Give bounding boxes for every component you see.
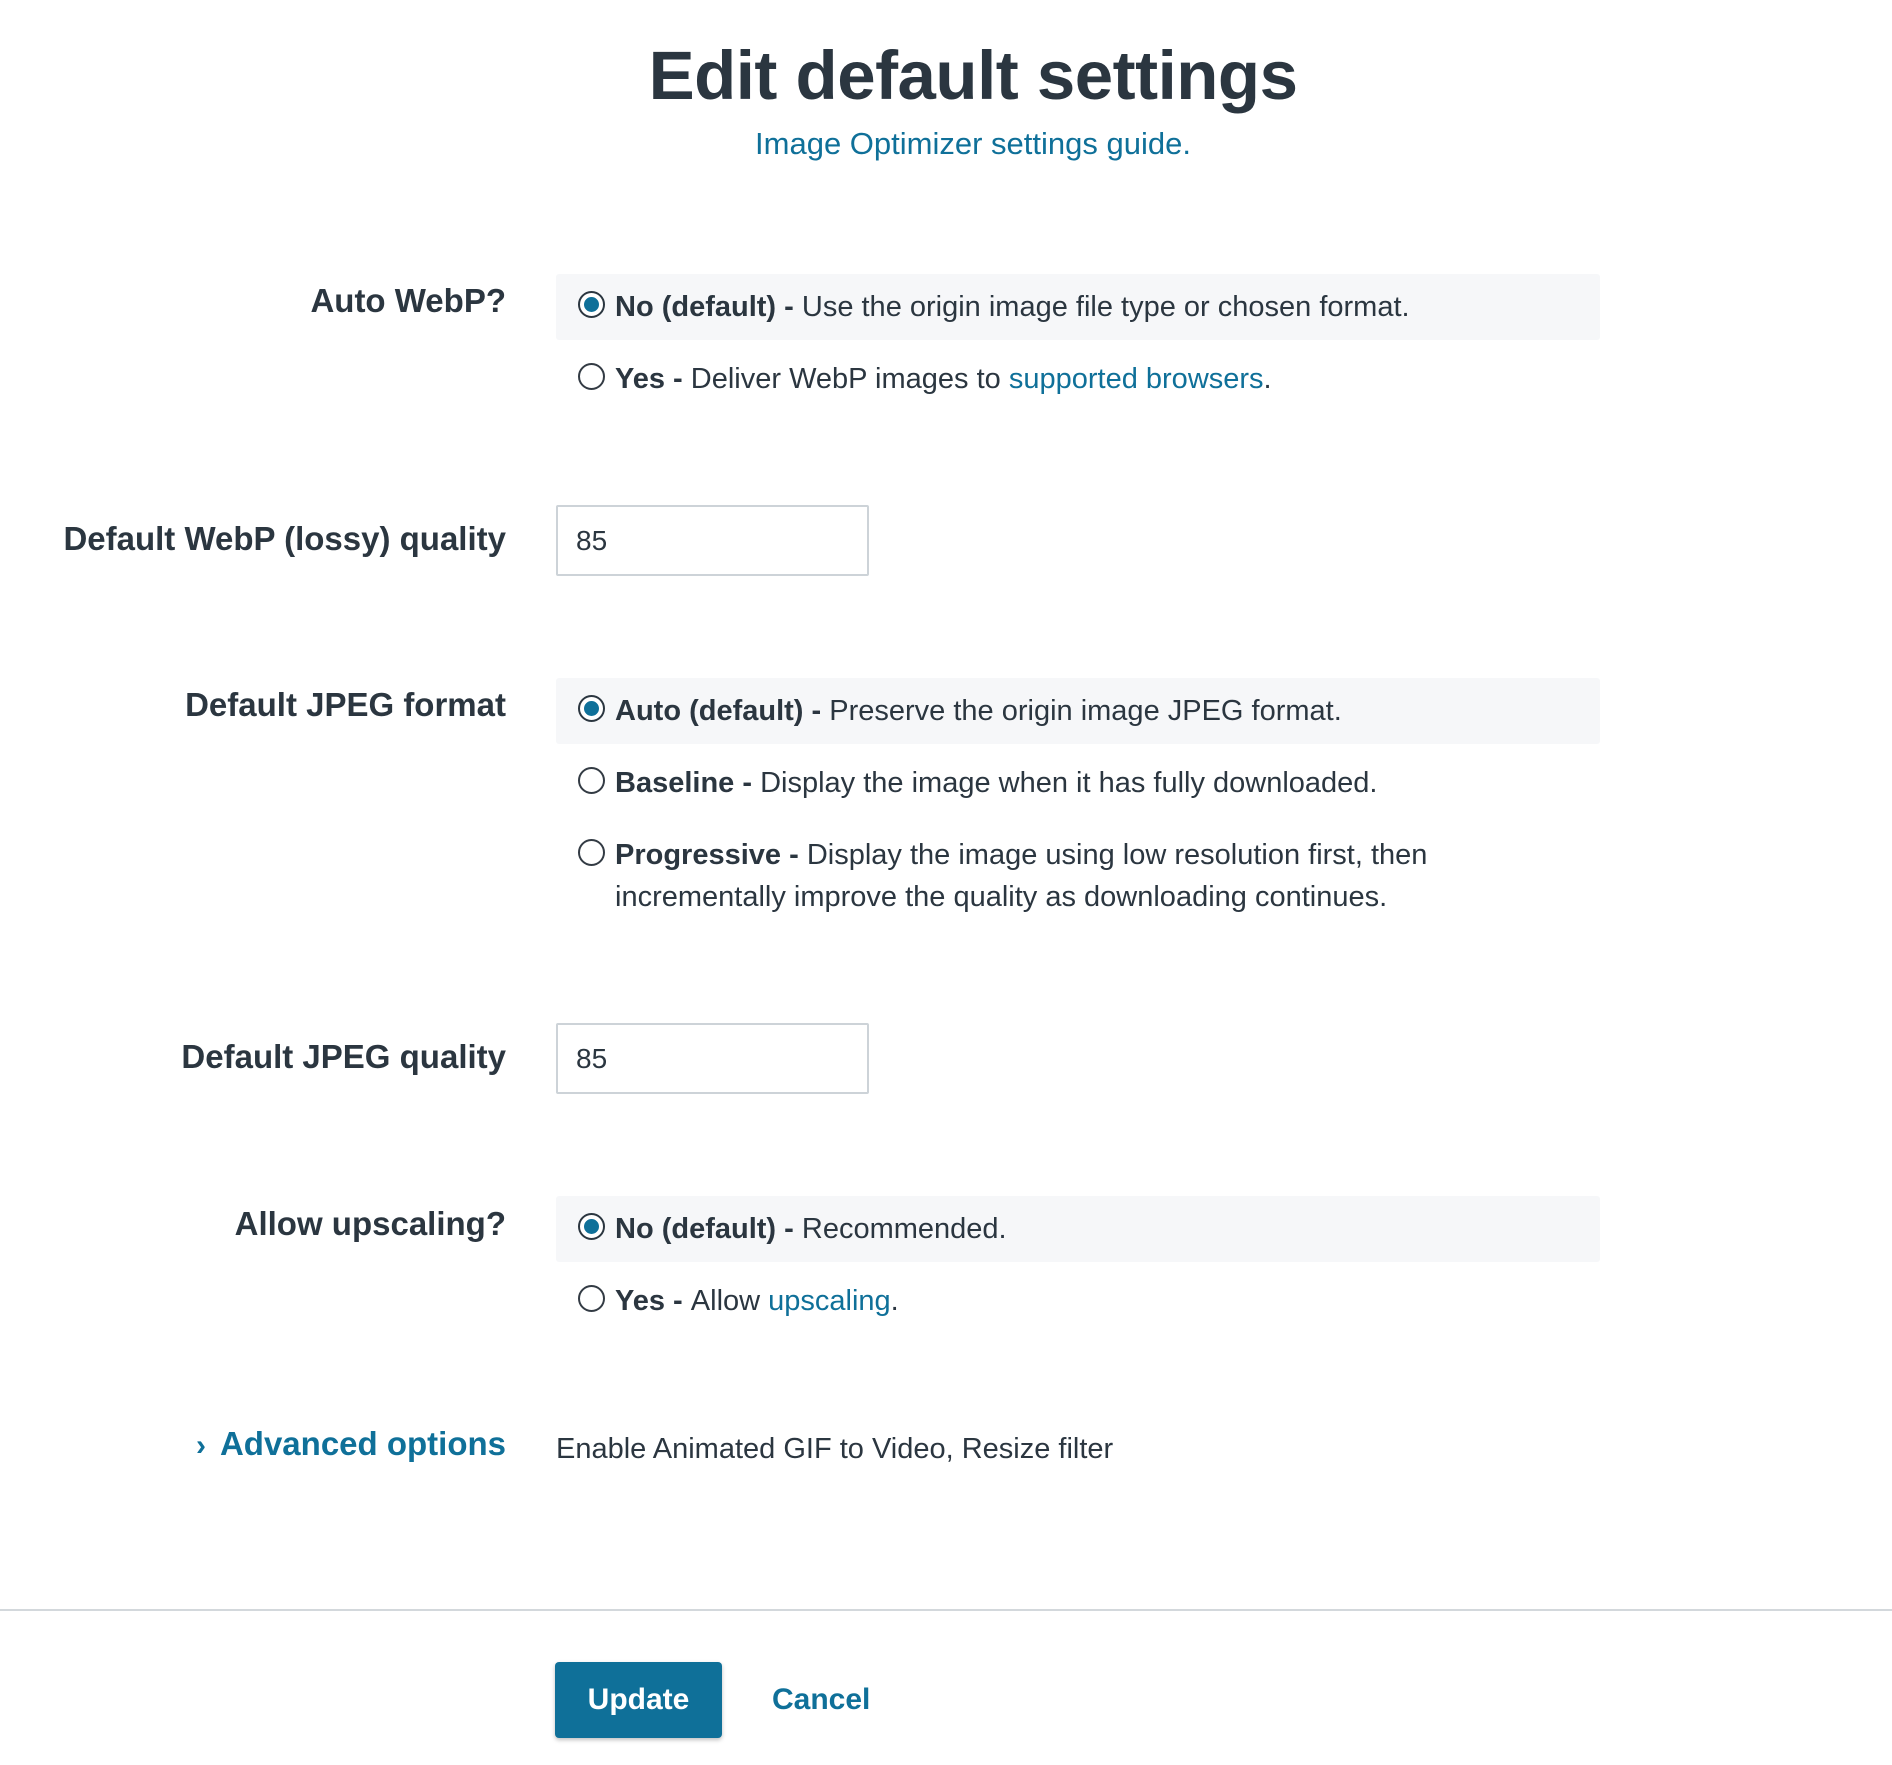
option-title: No (default) <box>615 291 777 323</box>
option-separator: - <box>776 1213 802 1245</box>
jpeg-format-label: Default JPEG format <box>185 686 506 723</box>
option-suffix: . <box>890 1285 899 1317</box>
footer-divider <box>0 1609 1892 1611</box>
option-description: Allow <box>690 1285 769 1317</box>
option-title: No (default) <box>615 1213 777 1245</box>
auto-webp-option-no[interactable]: No (default) - Use the origin image file… <box>556 274 1600 340</box>
option-separator: - <box>665 363 691 395</box>
chevron-right-icon: › <box>195 1429 206 1462</box>
jpeg-format-radio-progressive[interactable] <box>578 839 605 866</box>
option-title: Baseline <box>615 767 735 799</box>
auto-webp-radio-yes[interactable] <box>578 363 605 390</box>
option-title: Yes <box>615 363 665 395</box>
option-separator: - <box>665 1285 691 1317</box>
upscaling-radio-no[interactable] <box>578 1213 605 1240</box>
advanced-options-toggle[interactable]: › Advanced options <box>196 1425 506 1463</box>
option-description: Recommended. <box>801 1213 1007 1245</box>
upscaling-radio-yes[interactable] <box>578 1285 605 1312</box>
jpeg-quality-input[interactable] <box>556 1023 869 1094</box>
option-suffix: . <box>1263 363 1272 395</box>
page-title: Edit default settings <box>648 37 1298 114</box>
auto-webp-radio-no[interactable] <box>578 291 605 318</box>
webp-quality-label: Default WebP (lossy) quality <box>63 520 506 557</box>
supported-browsers-link[interactable]: supported browsers <box>1009 363 1264 395</box>
cancel-button[interactable]: Cancel <box>772 1662 870 1738</box>
jpeg-format-option-auto[interactable]: Auto (default) - Preserve the origin ima… <box>556 678 1600 744</box>
option-description: Use the origin image file type or chosen… <box>801 291 1410 323</box>
jpeg-format-option-progressive[interactable]: Progressive - Display the image using lo… <box>556 822 1600 930</box>
upscaling-link[interactable]: upscaling <box>768 1285 891 1317</box>
webp-quality-input[interactable] <box>556 505 869 576</box>
option-description: Preserve the origin image JPEG format. <box>829 695 1342 727</box>
option-separator: - <box>781 839 807 871</box>
update-button[interactable]: Update <box>555 1662 722 1738</box>
option-title: Auto (default) <box>615 695 804 727</box>
settings-guide-link[interactable]: Image Optimizer settings guide. <box>0 126 1892 162</box>
option-separator: - <box>803 695 830 727</box>
jpeg-format-option-baseline[interactable]: Baseline - Display the image when it has… <box>556 750 1600 816</box>
advanced-options-label: Advanced options <box>219 1425 506 1462</box>
auto-webp-option-yes[interactable]: Yes - Deliver WebP images to supported b… <box>556 346 1600 412</box>
upscaling-option-yes[interactable]: Yes - Allow upscaling. <box>556 1268 1600 1334</box>
jpeg-format-radio-auto[interactable] <box>578 695 605 722</box>
option-description: Deliver WebP images to <box>690 363 1009 395</box>
jpeg-quality-label: Default JPEG quality <box>181 1038 506 1075</box>
upscaling-option-no[interactable]: No (default) - Recommended. <box>556 1196 1600 1262</box>
jpeg-format-radio-baseline[interactable] <box>578 767 605 794</box>
option-title: Yes <box>615 1285 665 1317</box>
option-description: Display the image when it has fully down… <box>760 767 1378 799</box>
option-separator: - <box>776 291 802 323</box>
option-title: Progressive <box>615 839 782 871</box>
auto-webp-label: Auto WebP? <box>310 282 506 319</box>
upscaling-label: Allow upscaling? <box>234 1205 506 1242</box>
advanced-options-description: Enable Animated GIF to Video, Resize fil… <box>556 1433 1114 1465</box>
option-separator: - <box>734 767 761 799</box>
